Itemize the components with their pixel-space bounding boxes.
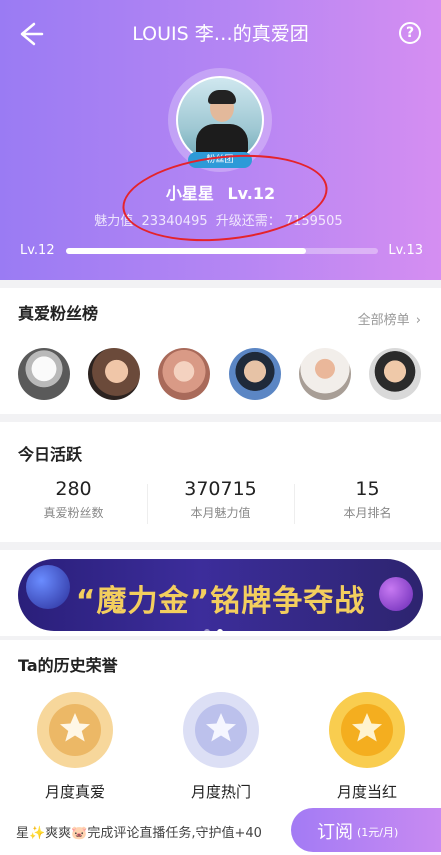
host-avatar[interactable] bbox=[176, 76, 264, 164]
stat-label: 本月魅力值 bbox=[190, 506, 251, 520]
stat-label: 本月排名 bbox=[343, 506, 392, 520]
honor-label: 月度真爱 bbox=[44, 783, 105, 801]
footer-bar: 星✨爽爽🐷完成评论直播任务,守护值+40 订阅 (1元/月) bbox=[0, 805, 441, 855]
task-message: 星✨爽爽🐷完成评论直播任务,守护值+40 bbox=[16, 826, 262, 841]
level-end: Lv.13 bbox=[388, 243, 423, 258]
honor-item[interactable]: 月度真爱 bbox=[15, 692, 135, 802]
carousel-dot-active[interactable] bbox=[217, 629, 223, 635]
history-honor-title: Ta的历史荣誉 bbox=[18, 656, 118, 675]
fan-avatar[interactable] bbox=[229, 348, 281, 400]
fans-rank-card: 真爱粉丝榜 全部榜单 › bbox=[0, 288, 441, 414]
medal-gold-icon bbox=[37, 692, 113, 768]
level-progress-fill bbox=[66, 248, 307, 254]
level-start: Lv.12 bbox=[20, 243, 55, 258]
stat-fans-count: 280 真爱粉丝数 bbox=[0, 478, 147, 521]
medal-silver-icon bbox=[183, 692, 259, 768]
help-icon[interactable]: ? bbox=[399, 22, 421, 44]
honor-label: 月度当红 bbox=[336, 783, 397, 801]
header: LOUIS 李…的真爱团 ? 粉丝团 小星星 Lv.12 魅力值 2334049… bbox=[0, 0, 441, 280]
back-arrow-icon[interactable] bbox=[16, 20, 44, 48]
honor-item[interactable]: 月度当红 bbox=[307, 692, 427, 802]
stat-value: 280 bbox=[55, 478, 92, 500]
fan-avatar[interactable] bbox=[18, 348, 70, 400]
today-stats: 280 真爱粉丝数 370715 本月魅力值 15 本月排名 bbox=[0, 478, 441, 538]
stat-month-charm: 370715 本月魅力值 bbox=[147, 478, 294, 521]
history-honor-card: Ta的历史荣誉 月度真爱 月度热门 月度当红 bbox=[0, 640, 441, 805]
stat-label: 真爱粉丝数 bbox=[43, 506, 104, 520]
fan-avatar[interactable] bbox=[88, 348, 140, 400]
fans-rank-title: 真爱粉丝榜 bbox=[18, 304, 99, 323]
chevron-right-icon: › bbox=[415, 313, 421, 328]
level-progress-bar bbox=[66, 248, 378, 254]
fans-avatar-row bbox=[18, 348, 428, 400]
page: LOUIS 李…的真爱团 ? 粉丝团 小星星 Lv.12 魅力值 2334049… bbox=[0, 0, 441, 855]
subscribe-price: (1元/月) bbox=[357, 826, 399, 839]
fan-avatar[interactable] bbox=[158, 348, 210, 400]
carousel-dot[interactable] bbox=[204, 629, 210, 635]
stat-month-rank: 15 本月排名 bbox=[294, 478, 441, 521]
today-activity-card: 今日活跃 280 真爱粉丝数 370715 本月魅力值 15 本月排名 bbox=[0, 422, 441, 542]
stat-value: 15 bbox=[355, 478, 380, 500]
page-title: LOUIS 李…的真爱团 bbox=[132, 23, 309, 45]
star-icon bbox=[352, 713, 382, 742]
subscribe-label: 订阅 bbox=[317, 822, 353, 843]
fan-avatar[interactable] bbox=[299, 348, 351, 400]
banner-title: “魔力金”铭牌争夺战 bbox=[75, 584, 366, 619]
subscribe-button[interactable]: 订阅 (1元/月) bbox=[291, 808, 441, 852]
star-icon bbox=[60, 713, 90, 742]
honor-item[interactable]: 月度热门 bbox=[161, 692, 281, 802]
all-rank-link[interactable]: 全部榜单 › bbox=[358, 309, 421, 328]
stat-value: 370715 bbox=[184, 478, 257, 500]
medal-orange-icon bbox=[329, 692, 405, 768]
carousel-dots bbox=[204, 620, 230, 639]
honor-label: 月度热门 bbox=[190, 783, 251, 801]
annotation-ellipse bbox=[118, 145, 332, 251]
all-rank-label: 全部榜单 bbox=[357, 313, 410, 328]
star-icon bbox=[206, 713, 236, 742]
fan-avatar[interactable] bbox=[369, 348, 421, 400]
today-activity-title: 今日活跃 bbox=[18, 445, 83, 464]
